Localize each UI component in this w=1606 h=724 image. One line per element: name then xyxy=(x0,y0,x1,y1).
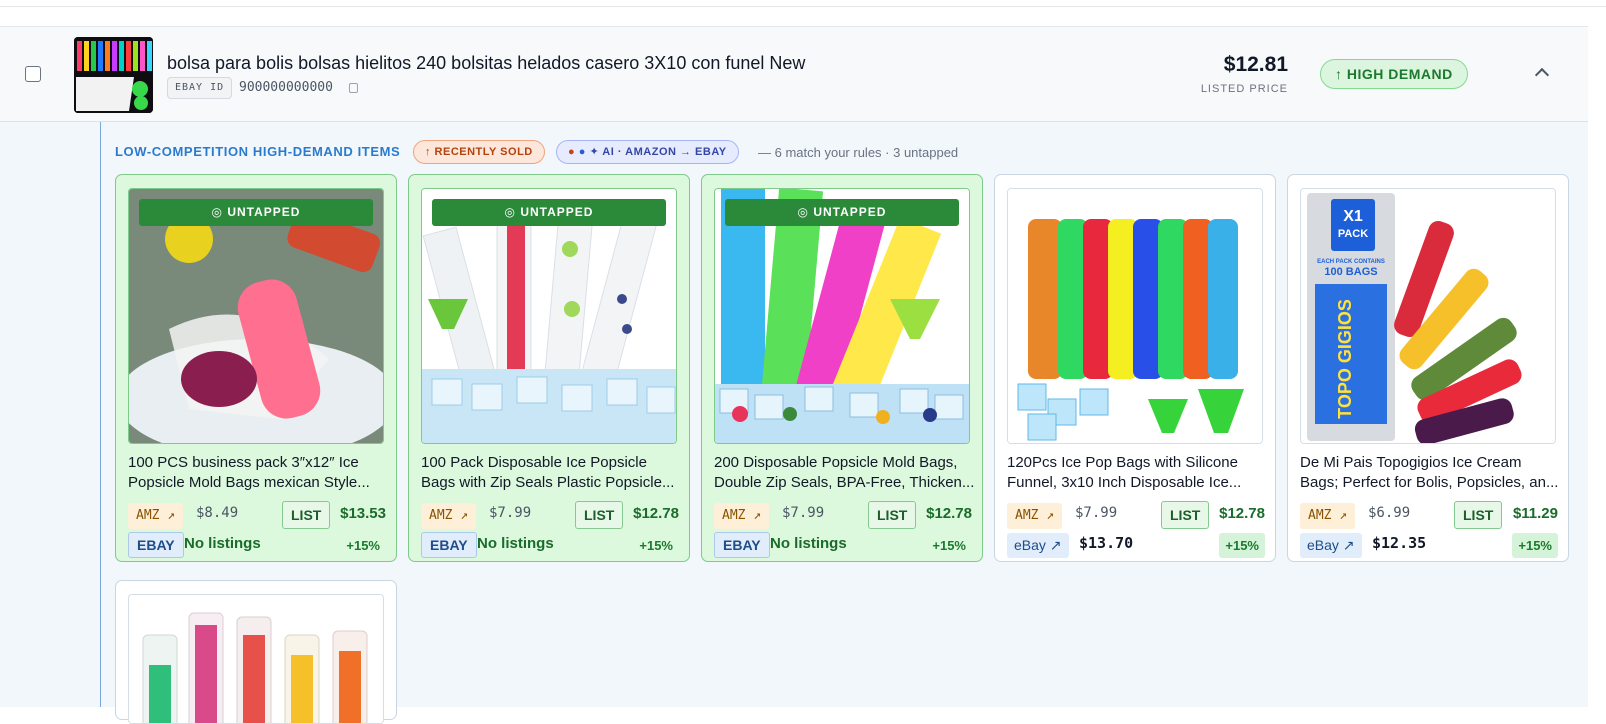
product-image xyxy=(128,594,384,724)
brand-logo: TOPO GIGIOS xyxy=(1335,299,1355,419)
panel-accent-line xyxy=(100,122,101,707)
product-title-line2: Popsicle Mold Bags mexican Style... xyxy=(128,474,370,491)
list-button[interactable]: LIST xyxy=(868,501,917,529)
product-title-line1: 200 Disposable Popsicle Mold Bags, xyxy=(714,454,958,471)
ebay-status: No listings xyxy=(477,535,554,552)
untapped-badge: ◎ UNTAPPED xyxy=(139,199,373,226)
pack-count-label: X1 xyxy=(1343,208,1363,225)
product-image: ◎ UNTAPPED xyxy=(714,188,970,444)
margin-percent: +15% xyxy=(346,538,380,553)
listing-title[interactable]: bolsa para bolis bolsas hielitos 240 bol… xyxy=(167,53,805,74)
ebay-status: No listings xyxy=(184,535,261,552)
list-button[interactable]: LIST xyxy=(282,501,331,529)
margin-percent: +15% xyxy=(932,538,966,553)
product-title[interactable]: 100 PCS business pack 3″x12″ Ice Popsicle… xyxy=(128,453,390,493)
product-image: ◎ UNTAPPED xyxy=(421,188,677,444)
ebay-price: $12.35 xyxy=(1372,534,1427,552)
amazon-price: $6.99 xyxy=(1368,505,1411,521)
amazon-price: $7.99 xyxy=(1075,505,1118,521)
product-image: X1 PACK EACH PACK CONTAINS 100 BAGS TOPO… xyxy=(1300,188,1556,444)
list-price: $12.78 xyxy=(926,505,972,522)
ebay-tag: EBAY xyxy=(714,532,770,558)
product-title[interactable]: De Mi Pais Topogigios Ice Cream Bags; Per… xyxy=(1300,453,1562,493)
amazon-price: $8.49 xyxy=(196,505,239,521)
amazon-link[interactable]: AMZ ↗ xyxy=(128,503,184,529)
ebay-tag: EBAY xyxy=(421,532,477,558)
amazon-link[interactable]: AMZ ↗ xyxy=(421,503,477,529)
product-image xyxy=(1007,188,1263,444)
amazon-link[interactable]: AMZ ↗ xyxy=(714,503,770,529)
listing-row[interactable]: bolsa para bolis bolsas hielitos 240 bol… xyxy=(0,26,1588,122)
product-title-line1: 100 PCS business pack 3″x12″ Ice xyxy=(128,454,359,471)
product-card[interactable]: ◎ UNTAPPED 100 PCS business pack 3″x12″ … xyxy=(115,174,397,562)
ai-dot-icon: ● xyxy=(578,146,586,158)
ebay-id-value: 900000000000 xyxy=(239,80,333,95)
list-price: $11.29 xyxy=(1512,505,1558,522)
product-card[interactable]: X1 PACK EACH PACK CONTAINS 100 BAGS TOPO… xyxy=(1287,174,1569,562)
ebay-tag: EBAY xyxy=(128,532,184,558)
match-summary: — 6 match your rules · 3 untapped xyxy=(758,145,959,160)
ebay-id-label: EBAY ID xyxy=(167,77,233,99)
product-card[interactable]: ◎ UNTAPPED 200 Disposable Popsicle Mold … xyxy=(701,174,983,562)
top-divider xyxy=(0,6,1606,7)
pack-label: PACK xyxy=(1338,228,1368,240)
amazon-price: $7.99 xyxy=(489,505,532,521)
list-price: $12.78 xyxy=(633,505,679,522)
copy-icon[interactable] xyxy=(349,83,358,93)
product-title-line2: Double Zip Seals, BPA-Free, Thicken... xyxy=(714,474,975,491)
section-heading: LOW-COMPETITION HIGH-DEMAND ITEMS xyxy=(115,144,401,159)
product-card[interactable]: 120Pcs Ice Pop Bags with Silicone Funnel,… xyxy=(994,174,1276,562)
chevron-up-icon[interactable] xyxy=(1534,67,1550,83)
margin-percent: +15% xyxy=(1512,533,1558,558)
list-button[interactable]: LIST xyxy=(575,501,624,529)
amazon-price: $7.99 xyxy=(782,505,825,521)
list-button[interactable]: LIST xyxy=(1161,501,1210,529)
ebay-link[interactable]: eBay ↗ xyxy=(1300,533,1362,558)
product-card[interactable]: ◎ UNTAPPED 100 Pack Disposable Ice Popsi… xyxy=(408,174,690,562)
select-checkbox[interactable] xyxy=(25,66,41,82)
listed-price: $12.81 xyxy=(1223,53,1288,76)
product-title-line1: 100 Pack Disposable Ice Popsicle xyxy=(421,454,647,471)
ai-source-pill: ● ● ✦ AI · AMAZON → EBAY xyxy=(556,140,739,164)
product-title-line1: 120Pcs Ice Pop Bags with Silicone xyxy=(1007,454,1238,471)
listed-price-label: LISTED PRICE xyxy=(1200,83,1288,95)
margin-percent: +15% xyxy=(639,538,673,553)
product-title-line1: De Mi Pais Topogigios Ice Cream xyxy=(1300,454,1522,471)
ai-source-label: ✦ AI · AMAZON → EBAY xyxy=(589,146,727,158)
bag-count: 100 BAGS xyxy=(1324,266,1377,278)
margin-percent: +15% xyxy=(1219,533,1265,558)
untapped-badge: ◎ UNTAPPED xyxy=(432,199,666,226)
listing-thumbnail xyxy=(74,37,153,113)
high-demand-badge: ↑ HIGH DEMAND xyxy=(1320,59,1468,89)
product-title-line2: Bags with Zip Seals Plastic Popsicle... xyxy=(421,474,675,491)
product-title-line2: Funnel, 3x10 Inch Disposable Ice... xyxy=(1007,474,1242,491)
amazon-link[interactable]: AMZ ↗ xyxy=(1007,503,1063,529)
pack-note: EACH PACK CONTAINS xyxy=(1317,259,1385,265)
product-title-line2: Bags; Perfect for Bolis, Popsicles, an..… xyxy=(1300,474,1559,491)
product-title[interactable]: 120Pcs Ice Pop Bags with Silicone Funnel,… xyxy=(1007,453,1269,493)
list-price: $12.78 xyxy=(1219,505,1265,522)
recently-sold-pill: ↑ RECENTLY SOLD xyxy=(413,140,545,164)
product-image: ◎ UNTAPPED xyxy=(128,188,384,444)
ebay-link[interactable]: eBay ↗ xyxy=(1007,533,1069,558)
list-price: $13.53 xyxy=(340,505,386,522)
untapped-badge: ◎ UNTAPPED xyxy=(725,199,959,226)
product-title[interactable]: 100 Pack Disposable Ice Popsicle Bags wit… xyxy=(421,453,683,493)
list-button[interactable]: LIST xyxy=(1454,501,1503,529)
product-title[interactable]: 200 Disposable Popsicle Mold Bags, Double… xyxy=(714,453,976,493)
ebay-price: $13.70 xyxy=(1079,534,1134,552)
ebay-status: No listings xyxy=(770,535,847,552)
amazon-link[interactable]: AMZ ↗ xyxy=(1300,503,1356,529)
ai-dot-icon: ● xyxy=(568,146,576,158)
product-card[interactable] xyxy=(115,580,397,724)
